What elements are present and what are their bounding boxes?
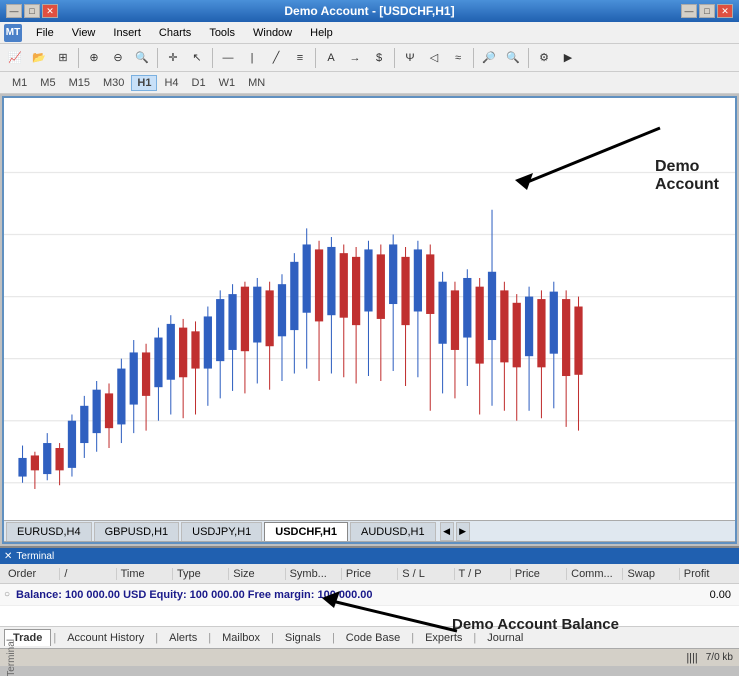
tf-m1[interactable]: M1 <box>6 75 33 91</box>
crosshair-btn[interactable]: ✛ <box>162 47 184 69</box>
network-indicator: |||| <box>686 652 697 664</box>
col-symbol: Symb... <box>286 568 342 580</box>
col-type: Type <box>173 568 229 580</box>
toolbar-sep7 <box>528 48 529 68</box>
demo-balance-annotation: Demo Account Balance <box>452 616 619 633</box>
toolbar-sep6 <box>473 48 474 68</box>
demo-balance-label: Demo Account Balance <box>452 616 619 633</box>
tf-h4[interactable]: H4 <box>158 75 184 91</box>
chart-tab-audusd[interactable]: AUDUSD,H1 <box>350 522 436 541</box>
menu-window[interactable]: Window <box>245 25 300 41</box>
menu-file[interactable]: File <box>28 25 62 41</box>
open-btn[interactable]: 📂 <box>28 47 50 69</box>
status-bar: Terminal |||| 7/0 kb <box>0 648 739 666</box>
chart-tab-usdchf[interactable]: USDCHF,H1 <box>264 522 348 541</box>
toolbar-sep1 <box>78 48 79 68</box>
col-comm: Comm... <box>567 568 623 580</box>
prop-btn[interactable]: ⚙ <box>533 47 555 69</box>
maximize-button[interactable]: □ <box>24 4 40 18</box>
col-slash: / <box>60 568 116 580</box>
demo-account-arrow <box>495 118 675 198</box>
col-order: Order <box>4 568 60 580</box>
menu-insert[interactable]: Insert <box>105 25 149 41</box>
title-bar: — □ ✕ Demo Account - [USDCHF,H1] — □ ✕ <box>0 0 739 22</box>
col-time: Time <box>117 568 173 580</box>
right-btn[interactable]: ▶ <box>557 47 579 69</box>
menu-view[interactable]: View <box>64 25 104 41</box>
main-container: — □ ✕ Demo Account - [USDCHF,H1] — □ ✕ M… <box>0 0 739 666</box>
fib-btn[interactable]: Ψ <box>399 47 421 69</box>
col-tp: T / P <box>455 568 511 580</box>
templates-btn[interactable]: ⊞ <box>52 47 74 69</box>
new-chart-btn[interactable]: 📈 <box>4 47 26 69</box>
trendline-btn[interactable]: ╱ <box>265 47 287 69</box>
status-text: 7/0 kb <box>706 652 733 663</box>
app-icon: MT <box>4 24 22 42</box>
chart-section: Demo Account EURUSD,H4 GBPUSD,H1 USDJPY,… <box>0 94 739 546</box>
terminal-close-btn[interactable]: ✕ <box>4 551 12 562</box>
toolbar-sep5 <box>394 48 395 68</box>
arrow-tool-btn[interactable]: → <box>344 47 366 69</box>
chart-tab-prev[interactable]: ◀ <box>440 522 454 541</box>
balance-arrow <box>312 581 472 641</box>
col-size: Size <box>229 568 285 580</box>
menu-charts[interactable]: Charts <box>151 25 199 41</box>
col-sl: S / L <box>398 568 454 580</box>
col-swap: Swap <box>623 568 679 580</box>
price-btn[interactable]: $ <box>368 47 390 69</box>
inner-maximize-button[interactable]: □ <box>699 4 715 18</box>
tf-m30[interactable]: M30 <box>97 75 130 91</box>
toolbar-sep4 <box>315 48 316 68</box>
zoom-in-btn[interactable]: ⊕ <box>83 47 105 69</box>
fan-btn[interactable]: ◁ <box>423 47 445 69</box>
close-button[interactable]: ✕ <box>42 4 58 18</box>
terminal-header: ✕ Terminal <box>0 548 739 564</box>
terminal-label: Terminal <box>16 551 54 562</box>
period-sep-btn[interactable]: ≈ <box>447 47 469 69</box>
menu-help[interactable]: Help <box>302 25 341 41</box>
tf-mn[interactable]: MN <box>242 75 271 91</box>
col-price2: Price <box>511 568 567 580</box>
chart-tab-eurusd[interactable]: EURUSD,H4 <box>6 522 92 541</box>
inner-minimize-button[interactable]: — <box>681 4 697 18</box>
vline-btn[interactable]: | <box>241 47 263 69</box>
hline-btn[interactable]: — <box>217 47 239 69</box>
chart-tabs: EURUSD,H4 GBPUSD,H1 USDJPY,H1 USDCHF,H1 … <box>4 520 735 542</box>
zoom-chart-btn[interactable]: 🔎 <box>478 47 500 69</box>
tf-w1[interactable]: W1 <box>213 75 242 91</box>
toolbar-sep2 <box>157 48 158 68</box>
tf-m5[interactable]: M5 <box>34 75 61 91</box>
timeframe-bar: M1 M5 M15 M30 H1 H4 D1 W1 MN <box>0 72 739 94</box>
zoom-area-btn[interactable]: 🔍 <box>131 47 153 69</box>
chart-tab-usdjpy[interactable]: USDJPY,H1 <box>181 522 262 541</box>
tf-h1[interactable]: H1 <box>131 75 157 91</box>
text-btn[interactable]: A <box>320 47 342 69</box>
balance-indicator: ○ <box>4 589 10 600</box>
toolbar-sep3 <box>212 48 213 68</box>
chart-frame: Demo Account EURUSD,H4 GBPUSD,H1 USDJPY,… <box>2 96 737 544</box>
arrow-btn[interactable]: ↖ <box>186 47 208 69</box>
col-profit: Profit <box>680 568 735 580</box>
title-bar-text: Demo Account - [USDCHF,H1] <box>66 4 673 18</box>
tf-m15[interactable]: M15 <box>63 75 96 91</box>
chart-tab-gbpusd[interactable]: GBPUSD,H1 <box>94 522 180 541</box>
channel-btn[interactable]: ≡ <box>289 47 311 69</box>
balance-annotation-area: Demo Account Balance <box>0 606 739 626</box>
chart-tab-next[interactable]: ▶ <box>456 522 470 541</box>
terminal-label-side: Terminal <box>6 639 17 676</box>
terminal-area: ✕ Terminal Order / Time Type Size Symb..… <box>0 546 739 666</box>
menu-bar: MT File View Insert Charts Tools Window … <box>0 22 739 44</box>
col-price: Price <box>342 568 398 580</box>
minimize-button[interactable]: — <box>6 4 22 18</box>
menu-tools[interactable]: Tools <box>201 25 243 41</box>
profit-value: 0.00 <box>710 589 731 601</box>
inner-close-button[interactable]: ✕ <box>717 4 733 18</box>
zoom-out-btn[interactable]: ⊖ <box>107 47 129 69</box>
chart-canvas[interactable]: Demo Account <box>4 98 735 520</box>
tf-d1[interactable]: D1 <box>186 75 212 91</box>
zoom-out-chart-btn[interactable]: 🔍 <box>502 47 524 69</box>
toolbar: 📈 📂 ⊞ ⊕ ⊖ 🔍 ✛ ↖ — | ╱ ≡ A → $ Ψ ◁ ≈ 🔎 🔍 … <box>0 44 739 72</box>
